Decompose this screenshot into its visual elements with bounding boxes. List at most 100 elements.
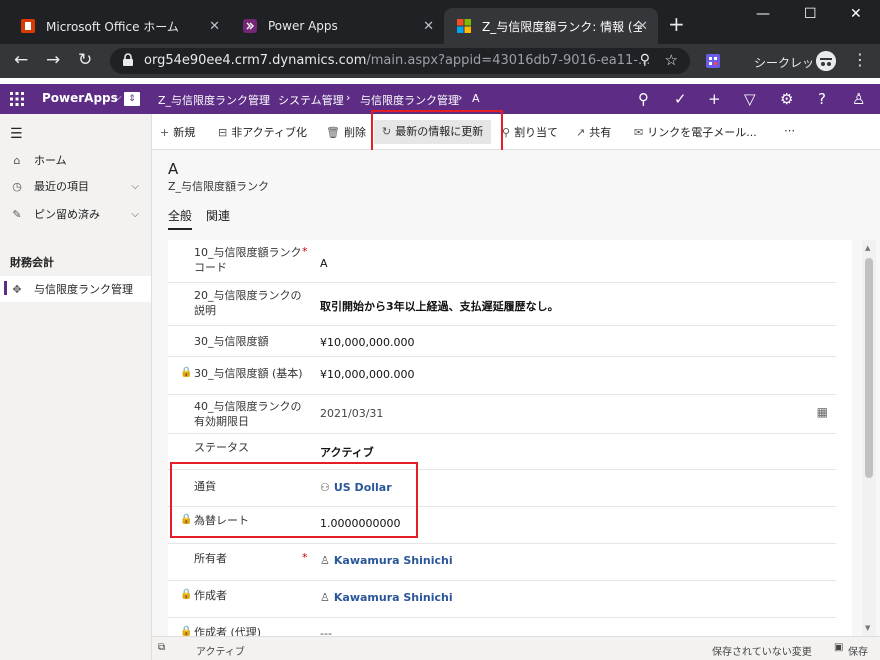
quick-create-icon[interactable]: + bbox=[708, 90, 721, 108]
assign-button[interactable]: ⚲ 割り当て bbox=[502, 124, 558, 140]
sidebar-group-title: 財務会計 bbox=[10, 256, 54, 269]
deactivate-icon: ⊟ bbox=[218, 126, 228, 139]
browser-tab-current[interactable]: Z_与信限度額ランク: 情報 (全 ✕ bbox=[444, 8, 658, 44]
search-icon[interactable]: ⚲ bbox=[640, 52, 650, 68]
scroll-thumb[interactable] bbox=[865, 258, 873, 478]
tab-general[interactable]: 全般 bbox=[168, 207, 193, 230]
deactivate-button[interactable]: ⊟ 非アクティブ化 bbox=[218, 124, 307, 140]
new-label: 新規 bbox=[173, 126, 196, 139]
bookmark-star-icon[interactable]: ☆ bbox=[665, 51, 678, 69]
browser-tab-label: Microsoft Office ホーム bbox=[46, 19, 179, 34]
unsaved-changes-text: 保存されていない変更 bbox=[712, 647, 812, 658]
email-link-button[interactable]: ✉ リンクを電子メール... bbox=[634, 124, 757, 140]
required-indicator: * bbox=[302, 245, 308, 258]
address-bar[interactable]: org54e90ee4.crm7.dynamics.com/main.aspx?… bbox=[110, 48, 690, 74]
sidebar-item-recent[interactable]: ◷ 最近の項目 ⌵ bbox=[0, 174, 151, 198]
browser-menu-icon[interactable]: ⋮ bbox=[852, 50, 868, 69]
deactivate-label: 非アクティブ化 bbox=[231, 126, 308, 139]
sidebar-item-credit-rank[interactable]: ✥ 与信限度ランク管理 bbox=[0, 276, 151, 302]
save-button[interactable]: 保存 bbox=[848, 643, 868, 658]
new-button[interactable]: + 新規 bbox=[160, 124, 195, 140]
browser-tab-label: Power Apps bbox=[268, 19, 338, 33]
share-label: 共有 bbox=[589, 126, 612, 139]
assign-label: 割り当て bbox=[514, 126, 559, 139]
field-label: ステータス bbox=[194, 441, 249, 454]
filter-icon[interactable]: ▽ bbox=[744, 90, 756, 108]
app-launcher-icon[interactable] bbox=[10, 92, 24, 106]
delete-label: 削除 bbox=[343, 126, 366, 139]
lock-icon: 🔒 bbox=[180, 626, 193, 636]
record-entity-name: Z_与信限度額ランク bbox=[168, 180, 270, 193]
extension-icon[interactable] bbox=[705, 53, 721, 69]
brand-name[interactable]: PowerApps bbox=[42, 91, 118, 105]
breadcrumb-area[interactable]: システム管理 bbox=[278, 92, 344, 108]
maximize-icon[interactable]: ☐ bbox=[804, 6, 817, 22]
field-value[interactable]: 取引開始から3年以上経過、支払遅延履歴なし。 bbox=[320, 298, 559, 314]
save-icon[interactable]: ▣ bbox=[834, 642, 843, 653]
field-created-by-delegate: 🔒 作成者 (代理) --- bbox=[168, 618, 836, 636]
settings-gear-icon[interactable]: ⚙ bbox=[780, 90, 793, 108]
delete-button[interactable]: 🗑 削除 bbox=[326, 124, 366, 140]
tab-related[interactable]: 関連 bbox=[206, 207, 230, 228]
chevron-down-icon[interactable]: ⌵ bbox=[114, 92, 122, 103]
search-icon[interactable]: ⚲ bbox=[638, 90, 649, 108]
sidebar-item-label: ピン留め済み bbox=[34, 208, 100, 221]
window-close-icon[interactable]: ✕ bbox=[850, 6, 862, 22]
status-footer: ⧉ アクティブ 保存されていない変更 ▣ 保存 bbox=[152, 636, 880, 660]
close-icon[interactable]: ✕ bbox=[423, 19, 434, 34]
scroll-down-icon[interactable]: ▼ bbox=[865, 624, 870, 632]
breadcrumb-record: A bbox=[472, 92, 480, 105]
field-owner: 所有者 * ♙ Kawamura Shinichi bbox=[168, 544, 836, 581]
more-commands-button[interactable]: ⋯ bbox=[784, 124, 795, 137]
browser-tab-powerapps[interactable]: Power Apps ✕ bbox=[230, 8, 444, 44]
field-label: 所有者 bbox=[194, 552, 227, 565]
share-icon: ↗ bbox=[576, 126, 586, 139]
field-value[interactable]: A bbox=[320, 257, 328, 270]
field-credit-limit-base: 🔒 30_与信限度額 (基本) ¥10,000,000.000 bbox=[168, 357, 836, 395]
url-host: org54e90ee4.crm7.dynamics.com bbox=[144, 53, 367, 68]
incognito-icon[interactable] bbox=[816, 51, 836, 71]
office-logo-icon bbox=[21, 19, 35, 33]
back-icon[interactable]: ← bbox=[14, 50, 28, 70]
scroll-up-icon[interactable]: ▲ bbox=[865, 244, 870, 252]
owner-link[interactable]: Kawamura Shinichi bbox=[334, 554, 453, 567]
chevron-down-icon[interactable]: ⌵ bbox=[131, 181, 139, 192]
forward-icon[interactable]: → bbox=[46, 50, 60, 70]
field-label: 30_与信限度額 bbox=[194, 335, 269, 348]
field-label: 30_与信限度額 (基本) bbox=[194, 367, 303, 380]
reload-icon[interactable]: ↻ bbox=[78, 50, 92, 70]
open-in-window-icon[interactable]: ⧉ bbox=[158, 642, 165, 653]
created-by-link[interactable]: Kawamura Shinichi bbox=[334, 591, 453, 604]
field-value: --- bbox=[320, 627, 332, 636]
chevron-right-icon: › bbox=[458, 91, 463, 104]
share-button[interactable]: ↗ 共有 bbox=[576, 124, 611, 140]
field-value[interactable]: ♙ Kawamura Shinichi bbox=[320, 554, 453, 567]
form-scrollbar[interactable]: ▲ ▼ bbox=[862, 240, 876, 636]
close-icon[interactable]: ✕ bbox=[209, 19, 220, 34]
app-name[interactable]: Z_与信限度ランク管理 bbox=[158, 92, 270, 108]
chevron-down-icon[interactable]: ⌵ bbox=[131, 209, 139, 220]
sidebar-item-home[interactable]: ⌂ ホーム bbox=[0, 148, 151, 172]
record-main: A Z_与信限度額ランク 全般 関連 10_与信限度額ランクコード * A 20… bbox=[152, 150, 880, 636]
new-tab-icon[interactable]: + bbox=[668, 13, 685, 35]
field-value[interactable]: 2021/03/31 bbox=[320, 407, 383, 420]
user-icon[interactable]: ♙ bbox=[852, 90, 865, 108]
app-switcher-icon[interactable]: ⇕ bbox=[124, 92, 140, 106]
sidebar-item-pinned[interactable]: ✎ ピン留め済み ⌵ bbox=[0, 202, 151, 226]
help-icon[interactable]: ? bbox=[818, 90, 826, 108]
close-icon[interactable]: ✕ bbox=[637, 19, 648, 34]
lock-icon: 🔒 bbox=[180, 367, 193, 378]
field-value[interactable]: ♙ Kawamura Shinichi bbox=[320, 591, 453, 604]
minimize-icon[interactable]: — bbox=[756, 6, 770, 22]
task-flow-icon[interactable]: ✓ bbox=[674, 90, 687, 108]
highlight-box-currency bbox=[170, 462, 418, 538]
record-status: アクティブ bbox=[196, 647, 245, 658]
breadcrumb-entity[interactable]: 与信限度ランク管理 bbox=[360, 92, 459, 108]
field-value[interactable]: ¥10,000,000.000 bbox=[320, 336, 414, 349]
browser-tab-office[interactable]: Microsoft Office ホーム ✕ bbox=[8, 8, 230, 44]
hamburger-menu-icon[interactable]: ☰ bbox=[10, 126, 23, 142]
field-value[interactable]: アクティブ bbox=[320, 444, 374, 460]
calendar-icon[interactable]: ▦ bbox=[817, 405, 828, 419]
trash-icon: 🗑 bbox=[326, 126, 340, 139]
required-indicator: * bbox=[302, 551, 308, 564]
